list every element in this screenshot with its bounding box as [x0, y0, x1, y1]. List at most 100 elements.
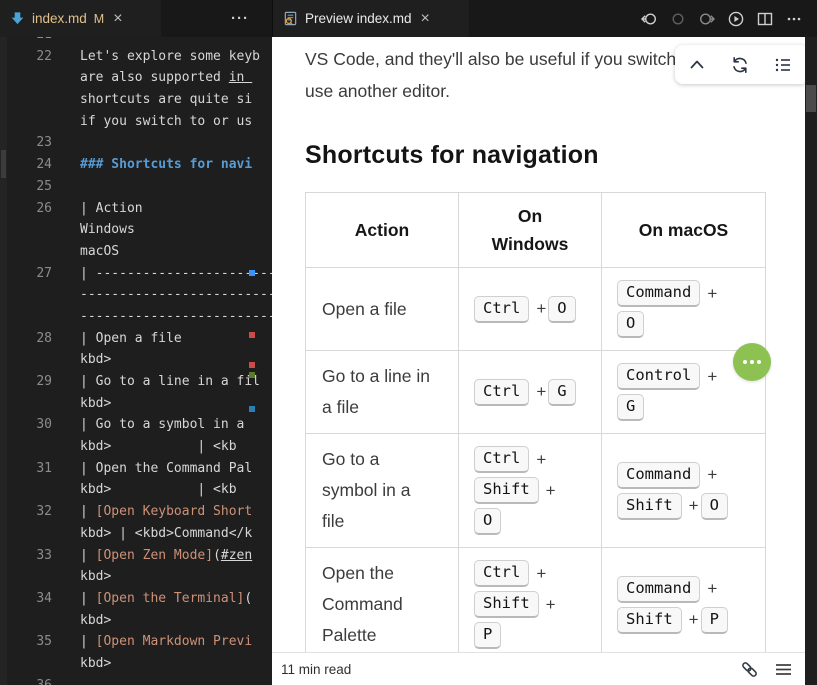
- code-line[interactable]: kbd> | <kb: [0, 436, 272, 458]
- line-number: [0, 393, 52, 415]
- markdown-preview-icon: [283, 11, 298, 26]
- menu-icon[interactable]: [774, 660, 793, 679]
- code-line[interactable]: 25: [0, 176, 272, 198]
- run-icon[interactable]: [727, 10, 745, 28]
- line-number: [0, 523, 52, 545]
- plus-separator: +: [536, 382, 546, 402]
- code-line[interactable]: ------------------------------: [0, 306, 272, 328]
- line-number: 33: [0, 545, 52, 567]
- code-line[interactable]: kbd>: [0, 349, 272, 371]
- close-icon[interactable]: ×: [113, 11, 122, 27]
- split-editor-icon[interactable]: [756, 10, 774, 28]
- tab-index-md[interactable]: index.md M ×: [0, 0, 161, 37]
- code-text: kbd>: [52, 393, 272, 415]
- code-line[interactable]: 27| ----------------------------: [0, 263, 272, 285]
- kbd-key: G: [548, 379, 575, 406]
- column-header: Action: [306, 193, 459, 268]
- preview-scrollbar: [805, 37, 817, 685]
- kbd-key: G: [617, 394, 644, 421]
- action-cell: Go to a symbol in a file: [306, 434, 459, 548]
- section-heading: Shortcuts for navigation: [305, 141, 805, 170]
- code-line[interactable]: kbd>: [0, 393, 272, 415]
- code-line[interactable]: 24### Shortcuts for navi: [0, 154, 272, 176]
- overlay-more-button[interactable]: [733, 343, 771, 381]
- code-line[interactable]: kbd>: [0, 566, 272, 588]
- overview-decoration: [249, 362, 255, 368]
- code-line[interactable]: 21: [0, 37, 272, 46]
- code-text: ------------------------------: [52, 306, 272, 328]
- kbd-key: Ctrl: [474, 560, 529, 587]
- table-row: Go to a symbol in a fileCtrl+Shift+OComm…: [306, 434, 766, 548]
- overview-decoration: [249, 372, 255, 378]
- plus-separator: +: [689, 496, 699, 516]
- markdown-preview-pane[interactable]: VS Code, and they'll also be useful if y…: [272, 37, 805, 685]
- code-text: shortcuts are quite si: [52, 89, 272, 111]
- code-line[interactable]: are also supported in: [0, 67, 272, 89]
- plus-separator: +: [707, 465, 717, 485]
- navigate-forward-icon[interactable]: [698, 10, 716, 28]
- kbd-key: O: [474, 508, 501, 535]
- tab-preview-index-md[interactable]: Preview index.md ×: [272, 0, 469, 37]
- code-line[interactable]: 26| Action: [0, 198, 272, 220]
- modified-badge: M: [94, 12, 104, 26]
- column-header: On Windows: [459, 193, 602, 268]
- code-line[interactable]: kbd>: [0, 610, 272, 632]
- link-icon[interactable]: [740, 660, 759, 679]
- plus-separator: +: [536, 450, 546, 470]
- code-text: kbd>: [52, 349, 272, 371]
- code-line[interactable]: kbd> | <kbd>Command</k: [0, 523, 272, 545]
- code-text: [52, 37, 272, 46]
- action-cell: Open the Command Palette: [306, 548, 459, 662]
- kbd-key: O: [617, 311, 644, 338]
- collapse-up-icon[interactable]: [687, 55, 707, 75]
- close-icon[interactable]: ×: [421, 11, 430, 27]
- code-line[interactable]: if you switch to or us: [0, 111, 272, 133]
- left-scrollbar-thumb[interactable]: [1, 150, 6, 178]
- preview-scrollbar-thumb[interactable]: [806, 85, 816, 112]
- kbd-key: O: [548, 296, 575, 323]
- markdown-file-icon: [10, 11, 25, 26]
- plus-separator: +: [707, 367, 717, 387]
- line-number: 22: [0, 46, 52, 68]
- tab-title: Preview index.md: [305, 11, 412, 26]
- code-line[interactable]: 28| Open a file: [0, 328, 272, 350]
- navigate-back-icon[interactable]: [640, 10, 658, 28]
- code-line[interactable]: kbd>: [0, 653, 272, 675]
- more-actions-icon[interactable]: [785, 10, 803, 28]
- line-number: [0, 653, 52, 675]
- code-line[interactable]: 36: [0, 675, 272, 685]
- more-tabs-button[interactable]: ···: [218, 0, 262, 37]
- code-line[interactable]: 33| [Open Zen Mode](#zen: [0, 545, 272, 567]
- code-text: [52, 132, 272, 154]
- line-number: [0, 284, 52, 306]
- code-line[interactable]: 35| [Open Markdown Previ: [0, 631, 272, 653]
- line-number: 31: [0, 458, 52, 480]
- code-line[interactable]: 30| Go to a symbol in a: [0, 414, 272, 436]
- navigate-circle-icon[interactable]: [669, 10, 687, 28]
- outline-list-icon[interactable]: [773, 55, 793, 75]
- line-number: 21: [0, 37, 52, 46]
- code-line[interactable]: kbd> | <kb: [0, 479, 272, 501]
- plus-separator: +: [689, 610, 699, 630]
- plus-separator: +: [536, 299, 546, 319]
- code-line[interactable]: 34| [Open the Terminal](: [0, 588, 272, 610]
- tab-bar: index.md M × ··· Preview index.md ×: [0, 0, 817, 37]
- code-line[interactable]: shortcuts are quite si: [0, 89, 272, 111]
- line-number: [0, 219, 52, 241]
- preview-floating-toolbar: [675, 45, 805, 84]
- line-number: [0, 349, 52, 371]
- refresh-icon[interactable]: [730, 55, 750, 75]
- code-line[interactable]: Windows: [0, 219, 272, 241]
- kbd-key: P: [701, 607, 728, 634]
- code-line[interactable]: ------------------------------: [0, 284, 272, 306]
- code-line[interactable]: 29| Go to a line in a fil: [0, 371, 272, 393]
- editor-pane[interactable]: 2122Let's explore some keybare also supp…: [0, 37, 272, 685]
- code-text: | [Open Markdown Previ: [52, 631, 272, 653]
- code-line[interactable]: macOS: [0, 241, 272, 263]
- code-line[interactable]: 23: [0, 132, 272, 154]
- code-text: if you switch to or us: [52, 111, 272, 133]
- code-line[interactable]: 31| Open the Command Pal: [0, 458, 272, 480]
- code-line[interactable]: 22Let's explore some keyb: [0, 46, 272, 68]
- code-line[interactable]: 32| [Open Keyboard Short: [0, 501, 272, 523]
- code-text: are also supported in: [52, 67, 272, 89]
